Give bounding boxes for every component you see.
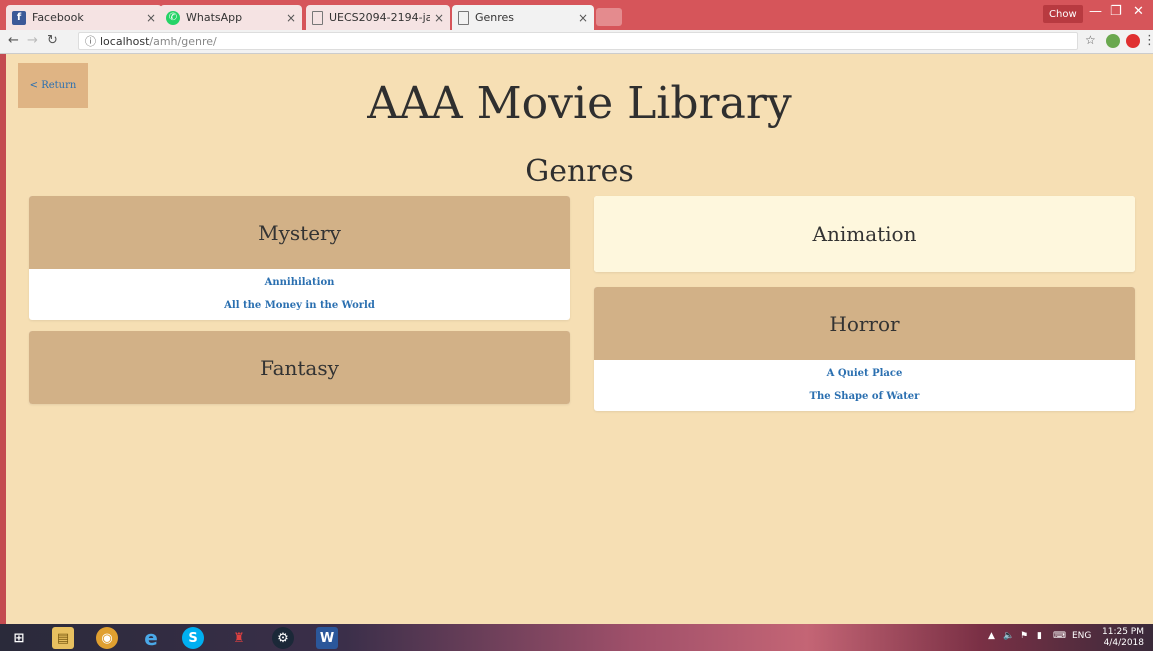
- tab-close-icon[interactable]: ×: [434, 11, 444, 25]
- windows-start-icon[interactable]: ⊞: [8, 627, 30, 649]
- tab-close-icon[interactable]: ×: [578, 11, 588, 25]
- system-clock[interactable]: 11:25 PM 4/4/2018: [1102, 627, 1144, 649]
- address-bar[interactable]: ⓘ localhost /amh/genre/: [78, 32, 1078, 50]
- url-host: localhost: [100, 34, 150, 48]
- tab-whatsapp[interactable]: ✆ WhatsApp ×: [160, 5, 302, 30]
- tab-facebook[interactable]: f Facebook ×: [6, 5, 162, 30]
- browser-toolbar: ← → ↻ ⓘ localhost /amh/genre/ ☆ ⋮: [0, 30, 1153, 54]
- movie-list: Annihilation All the Money in the World: [29, 269, 570, 320]
- site-title: AAA Movie Library: [367, 78, 792, 129]
- info-icon: ⓘ: [85, 35, 96, 48]
- extension-icon[interactable]: [1106, 34, 1120, 48]
- clock-time: 11:25 PM: [1102, 627, 1144, 637]
- file-explorer-icon[interactable]: ▤: [52, 627, 74, 649]
- whatsapp-icon: ✆: [166, 10, 180, 25]
- tab-close-icon[interactable]: ×: [146, 11, 156, 25]
- genre-card-mystery: Mystery Annihilation All the Money in th…: [29, 196, 570, 320]
- maximize-icon[interactable]: ❐: [1110, 4, 1122, 19]
- tab-title: Genres: [475, 11, 515, 24]
- document-icon: [458, 10, 469, 25]
- tab-genres[interactable]: Genres ×: [452, 5, 594, 30]
- new-tab-button[interactable]: [596, 8, 622, 26]
- genre-card-horror: Horror A Quiet Place The Shape of Water: [594, 287, 1135, 411]
- skype-icon[interactable]: S: [182, 627, 204, 649]
- movie-link[interactable]: The Shape of Water: [594, 385, 1135, 408]
- forward-icon[interactable]: →: [27, 33, 38, 48]
- browser-tab-strip: f Facebook × ✆ WhatsApp × UECS2094-2194-…: [0, 0, 1153, 30]
- internet-explorer-icon[interactable]: e: [140, 626, 162, 650]
- genre-title[interactable]: Animation: [594, 196, 1135, 272]
- url-path: /amh/genre/: [149, 34, 217, 48]
- genre-card-fantasy: Fantasy: [29, 331, 570, 404]
- page-content: < Return AAA Movie Library Genres Myster…: [6, 54, 1153, 624]
- keyboard-icon[interactable]: ⌨: [1053, 631, 1066, 641]
- back-icon[interactable]: ←: [8, 33, 19, 48]
- clock-date: 4/4/2018: [1103, 638, 1144, 648]
- movie-link[interactable]: A Quiet Place: [594, 362, 1135, 385]
- genre-title[interactable]: Fantasy: [29, 331, 570, 404]
- profile-button[interactable]: Chow: [1043, 5, 1083, 23]
- document-icon: [312, 10, 323, 25]
- tray-up-icon[interactable]: ▲: [988, 631, 995, 641]
- movie-link[interactable]: All the Money in the World: [29, 294, 570, 317]
- flag-icon[interactable]: ⚑: [1020, 631, 1028, 641]
- adblock-icon[interactable]: [1126, 34, 1140, 48]
- network-icon[interactable]: ▮: [1037, 631, 1042, 641]
- tab-close-icon[interactable]: ×: [286, 11, 296, 25]
- tab-title: Facebook: [32, 11, 84, 24]
- movie-list: A Quiet Place The Shape of Water: [594, 360, 1135, 411]
- tab-uecs[interactable]: UECS2094-2194-january ×: [306, 5, 450, 30]
- word-icon[interactable]: W: [316, 627, 338, 649]
- bookmark-star-icon[interactable]: ☆: [1085, 33, 1096, 47]
- close-window-icon[interactable]: ✕: [1133, 4, 1144, 19]
- reload-icon[interactable]: ↻: [47, 33, 58, 48]
- steam-icon[interactable]: ⚙: [272, 627, 294, 649]
- language-indicator[interactable]: ENG: [1072, 631, 1091, 641]
- genre-card-animation: Animation: [594, 196, 1135, 272]
- tab-title: WhatsApp: [186, 11, 243, 24]
- menu-icon[interactable]: ⋮: [1143, 33, 1153, 48]
- windows-taskbar: ⊞ ▤ ◉ e S ♜ ⚙ W ▲ 🔈 ⚑ ▮ ⌨ ENG 11:25 PM 4…: [0, 624, 1153, 651]
- app-icon[interactable]: ♜: [228, 627, 250, 649]
- tab-title: UECS2094-2194-january: [329, 11, 430, 24]
- genre-title[interactable]: Mystery: [29, 196, 570, 269]
- facebook-icon: f: [12, 10, 26, 25]
- volume-icon[interactable]: 🔈: [1003, 631, 1014, 641]
- movie-link[interactable]: Annihilation: [29, 271, 570, 294]
- minimize-icon[interactable]: —: [1089, 4, 1102, 19]
- chrome-icon[interactable]: ◉: [96, 627, 118, 649]
- page-subtitle: Genres: [525, 154, 634, 189]
- genre-title[interactable]: Horror: [594, 287, 1135, 360]
